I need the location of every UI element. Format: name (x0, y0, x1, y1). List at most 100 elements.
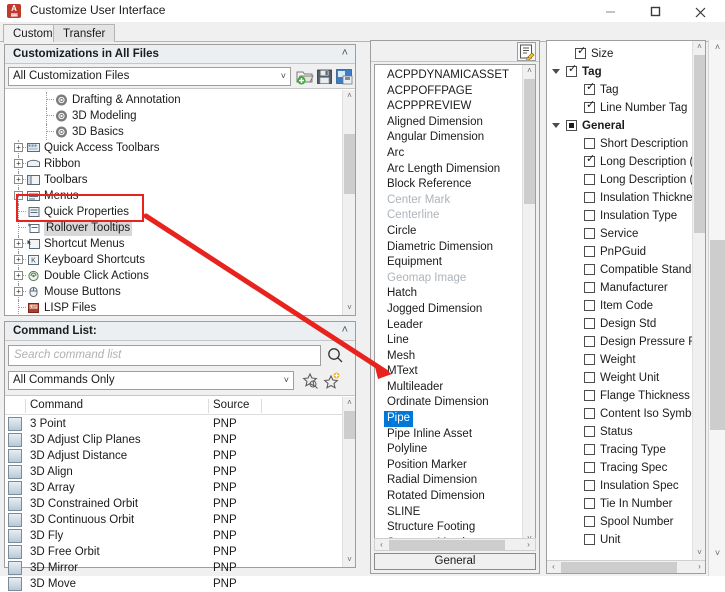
table-row[interactable]: 3D Mirror PNP (5, 560, 342, 576)
property-checkbox[interactable] (584, 372, 595, 383)
properties-panel[interactable]: ✓ Size ✓ Tag ✓ Tag ✓ Line Number Tag General Shor… (546, 40, 706, 574)
save-all-customization-files-icon[interactable] (335, 67, 354, 86)
property-checkbox-row[interactable]: ✓ Line Number Tag (547, 99, 692, 117)
property-checkbox[interactable] (584, 228, 595, 239)
property-checkbox-row[interactable]: Tracing Type (547, 441, 692, 459)
object-type-item[interactable]: SLINE (375, 505, 522, 521)
customization-file-combo[interactable]: All Customization Files ˅ (8, 67, 291, 86)
tree-item-shortcut-menus[interactable]: + Shortcut Menus (5, 236, 342, 252)
chevron-down-icon[interactable] (552, 123, 560, 128)
tree-item-lisp-files[interactable]: LISP LISP Files (5, 300, 342, 315)
scroll-up-icon[interactable]: ˄ (343, 90, 355, 103)
object-type-item[interactable]: Line (375, 333, 522, 349)
tab-transfer[interactable]: Transfer (53, 24, 116, 42)
object-type-item[interactable]: Position Marker (375, 458, 522, 474)
table-row[interactable]: 3D Align PNP (5, 464, 342, 480)
property-checkbox-row[interactable]: ✓ Long Description (S (547, 153, 701, 171)
scroll-left-icon[interactable]: ‹ (547, 561, 560, 573)
tree-expander-icon[interactable]: + (14, 271, 23, 280)
object-type-item[interactable]: Arc Length Dimension (375, 162, 522, 178)
property-checkbox[interactable] (584, 210, 595, 221)
table-row[interactable]: 3D Move PNP (5, 576, 342, 592)
object-type-item[interactable]: Leader (375, 318, 522, 334)
table-row[interactable]: 3D Continuous Orbit PNP (5, 512, 342, 528)
command-table[interactable]: Command Source 3 Point PNP 3D Adjust Clip … (5, 397, 356, 591)
tree-expander-icon[interactable]: + (14, 287, 23, 296)
property-checkbox-row[interactable]: Status (547, 423, 692, 441)
property-checkbox-row[interactable]: Tie In Number (547, 495, 692, 513)
property-checkbox-row[interactable]: Weight Unit (547, 369, 692, 387)
scroll-down-icon[interactable]: ˅ (343, 554, 356, 567)
property-checkbox-row[interactable]: Flange Thickness (547, 387, 692, 405)
object-type-item[interactable]: Jogged Dimension (375, 302, 522, 318)
property-checkbox[interactable] (584, 264, 595, 275)
command-filter-combo[interactable]: All Commands Only ˅ (8, 371, 294, 390)
maximize-button[interactable] (633, 0, 678, 22)
tree-item-3d-basics[interactable]: 3D Basics (5, 124, 342, 140)
search-input[interactable]: Search command list (8, 345, 321, 366)
object-type-horizontal-scrollbar[interactable]: ‹ › (374, 538, 536, 551)
scroll-thumb[interactable] (389, 540, 505, 551)
tree-item-ribbon[interactable]: + Ribbon (5, 156, 342, 172)
property-checkbox-row[interactable]: ✓ Tag (547, 81, 692, 99)
object-type-item[interactable]: ACPPDYNAMICASSET (375, 68, 522, 84)
property-checkbox[interactable] (584, 174, 595, 185)
object-type-item[interactable]: Pipe Inline Asset (375, 427, 522, 443)
tree-item-keyboard-shortcuts[interactable]: + K Keyboard Shortcuts (5, 252, 342, 268)
scroll-right-icon[interactable]: › (693, 561, 705, 573)
edit-object-list-icon[interactable] (517, 42, 536, 61)
object-type-item[interactable]: Diametric Dimension (375, 240, 522, 256)
scroll-up-icon[interactable]: ˄ (343, 397, 356, 410)
column-header-source[interactable]: Source (213, 399, 249, 411)
tree-item-mouse-buttons[interactable]: + Mouse Buttons (5, 284, 342, 300)
tree-item-rollover-tooltips[interactable]: Rollover Tooltips (5, 220, 342, 236)
object-type-item[interactable]: Center Mark (375, 193, 522, 209)
property-checkbox-row[interactable]: Design Std (547, 315, 692, 333)
table-row[interactable]: 3D Constrained Orbit PNP (5, 496, 342, 512)
tree-expander-icon[interactable]: + (14, 239, 23, 248)
scroll-thumb[interactable] (344, 411, 355, 439)
property-checkbox-row[interactable]: Unit (547, 531, 692, 549)
property-checkbox[interactable] (566, 120, 577, 131)
object-type-item[interactable]: Hatch (375, 286, 522, 302)
window-vertical-scrollbar[interactable]: ˄ ˅ (708, 40, 725, 576)
object-type-item[interactable]: Centerline (375, 208, 522, 224)
tree-expander-icon[interactable]: + (14, 159, 23, 168)
object-type-item[interactable]: Structure Footing (375, 520, 522, 536)
property-checkbox[interactable] (584, 480, 595, 491)
property-checkbox-row[interactable]: Long Description (F (547, 171, 700, 189)
object-type-item[interactable]: Geomap Image (375, 271, 522, 287)
chevron-down-icon[interactable] (552, 69, 560, 74)
property-checkbox[interactable] (584, 426, 595, 437)
scroll-thumb[interactable] (561, 562, 677, 573)
property-checkbox-row[interactable]: Tracing Spec (547, 459, 692, 477)
search-icon[interactable] (327, 347, 344, 367)
property-checkbox-row[interactable]: Spool Number (547, 513, 692, 531)
tree-expander-icon[interactable]: + (14, 175, 23, 184)
tree-item-drafting-annotation[interactable]: Drafting & Annotation (5, 92, 342, 108)
object-type-item[interactable]: Angular Dimension (375, 130, 522, 146)
property-checkbox[interactable]: ✓ (566, 64, 577, 77)
scroll-thumb[interactable] (344, 134, 355, 194)
object-type-item[interactable]: ACPPOFFPAGE (375, 84, 522, 100)
object-type-item[interactable]: ACPPPREVIEW (375, 99, 522, 115)
object-type-item[interactable]: MText (375, 364, 522, 380)
tree-item-toolbars[interactable]: + Toolbars (5, 172, 342, 188)
property-checkbox-row[interactable]: General (547, 117, 692, 135)
property-checkbox[interactable] (584, 300, 595, 311)
property-checkbox-row[interactable]: Weight (547, 351, 692, 369)
property-checkbox[interactable] (584, 390, 595, 401)
property-checkbox-row[interactable]: PnPGuid (547, 243, 692, 261)
table-row[interactable]: 3D Array PNP (5, 480, 342, 496)
new-command-star-icon[interactable] (323, 372, 341, 393)
scroll-down-icon[interactable]: ˅ (693, 547, 705, 560)
property-checkbox-row[interactable]: Insulation Spec (547, 477, 692, 495)
object-type-item[interactable]: Multileader (375, 380, 522, 396)
property-checkbox-row[interactable]: Short Description (547, 135, 692, 153)
property-checkbox[interactable]: ✓ (584, 82, 595, 95)
tree-item-3d-modeling[interactable]: 3D Modeling (5, 108, 342, 124)
general-button[interactable]: General (374, 553, 536, 570)
property-checkbox[interactable] (584, 408, 595, 419)
property-checkbox[interactable]: ✓ (575, 46, 586, 59)
tree-item-double-click-actions[interactable]: + Double Click Actions (5, 268, 342, 284)
